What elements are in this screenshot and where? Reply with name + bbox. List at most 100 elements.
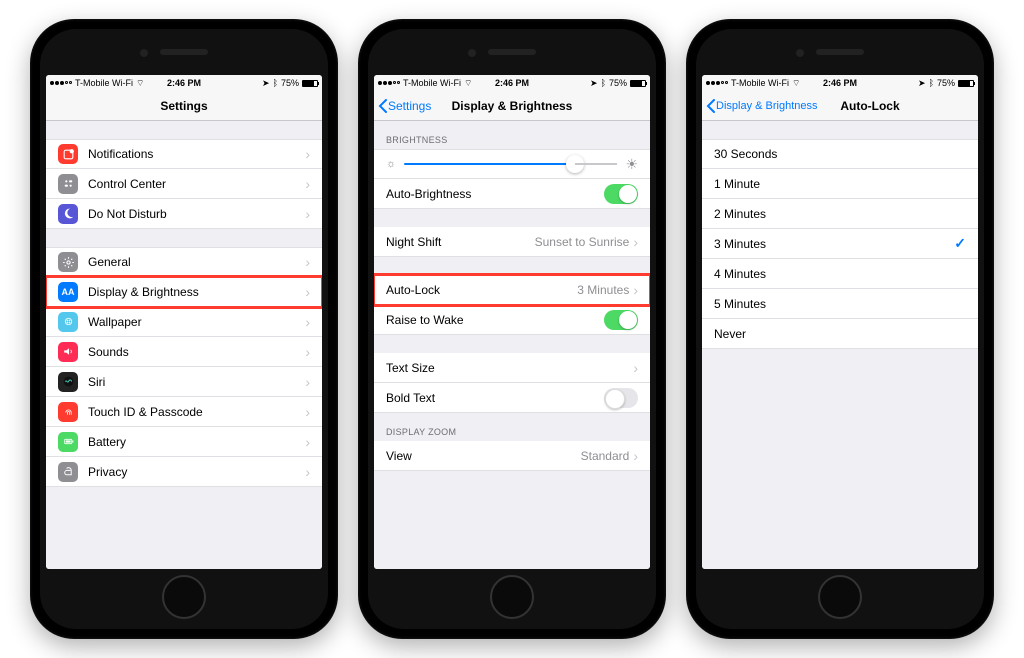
brightness-slider[interactable] (404, 163, 617, 165)
battery-pct: 75% (281, 78, 299, 88)
wallpaper-icon (58, 312, 78, 332)
settings-row-display[interactable]: AA Display & Brightness› (46, 277, 322, 307)
auto-brightness-row[interactable]: Auto-Brightness (374, 179, 650, 209)
settings-row-touch-id[interactable]: Touch ID & Passcode› (46, 397, 322, 427)
display-icon: AA (58, 282, 78, 302)
phone-settings: T-Mobile Wi-Fi ⌔ 2:46 PM ➤ ᛒ 75% Setting… (30, 19, 338, 639)
chevron-right-icon: › (305, 404, 310, 420)
general-icon (58, 252, 78, 272)
back-button[interactable]: Settings (378, 91, 431, 120)
chevron-right-icon: › (633, 360, 638, 376)
text-size-row[interactable]: Text Size › (374, 353, 650, 383)
row-label: Notifications (88, 147, 305, 161)
autolock-option[interactable]: Never (702, 319, 978, 349)
chevron-right-icon: › (305, 374, 310, 390)
autolock-option[interactable]: 2 Minutes (702, 199, 978, 229)
settings-row-sounds[interactable]: Sounds› (46, 337, 322, 367)
chevron-right-icon: › (633, 234, 638, 250)
location-icon: ➤ (262, 78, 270, 89)
autolock-option[interactable]: 4 Minutes (702, 259, 978, 289)
row-label: Battery (88, 435, 305, 449)
speaker (160, 49, 208, 55)
bold-text-row[interactable]: Bold Text (374, 383, 650, 413)
sun-small-icon: ☼ (386, 158, 396, 170)
carrier-label: T-Mobile Wi-Fi (75, 78, 133, 88)
battery-icon (58, 432, 78, 452)
option-label: 3 Minutes (714, 237, 954, 251)
chevron-right-icon: › (633, 282, 638, 298)
autolock-option[interactable]: 5 Minutes (702, 289, 978, 319)
signal-dots-icon (50, 81, 72, 85)
page-title: Auto-Lock (840, 99, 899, 113)
control-center-icon (58, 174, 78, 194)
section-header-brightness: BRIGHTNESS (374, 121, 650, 149)
option-label: 5 Minutes (714, 297, 966, 311)
brightness-slider-row[interactable]: ☼ ☀ (374, 149, 650, 179)
back-button[interactable]: Display & Brightness (706, 91, 818, 120)
autolock-option[interactable]: 30 Seconds (702, 139, 978, 169)
raise-to-wake-toggle[interactable] (604, 310, 638, 330)
chevron-right-icon: › (305, 146, 310, 162)
chevron-right-icon: › (305, 176, 310, 192)
section-header-zoom: DISPLAY ZOOM (374, 413, 650, 441)
settings-list[interactable]: Notifications›Control Center›Do Not Dist… (46, 121, 322, 569)
chevron-right-icon: › (305, 284, 310, 300)
autolock-option[interactable]: 1 Minute (702, 169, 978, 199)
checkmark-icon: ✓ (954, 235, 966, 252)
autolock-option[interactable]: 3 Minutes✓ (702, 229, 978, 259)
row-label: Touch ID & Passcode (88, 405, 305, 419)
notifications-icon (58, 144, 78, 164)
chevron-right-icon: › (305, 254, 310, 270)
option-label: 4 Minutes (714, 267, 966, 281)
row-label: Control Center (88, 177, 305, 191)
settings-row-notifications[interactable]: Notifications› (46, 139, 322, 169)
back-label: Display & Brightness (716, 100, 818, 112)
nav-bar: Settings (46, 91, 322, 121)
settings-row-siri[interactable]: Siri› (46, 367, 322, 397)
raise-to-wake-row[interactable]: Raise to Wake (374, 305, 650, 335)
chevron-left-icon (706, 99, 715, 113)
home-button[interactable] (162, 575, 206, 619)
row-label: Sounds (88, 345, 305, 359)
bluetooth-icon: ᛒ (273, 78, 278, 88)
chevron-right-icon: › (305, 314, 310, 330)
option-label: Never (714, 327, 966, 341)
siri-icon (58, 372, 78, 392)
chevron-right-icon: › (305, 464, 310, 480)
status-bar: T-Mobile Wi-Fi ⌔ 2:46 PM ➤ ᛒ 75% (46, 75, 322, 91)
row-label: Display & Brightness (88, 285, 305, 299)
settings-row-privacy[interactable]: Privacy› (46, 457, 322, 487)
home-button[interactable] (490, 575, 534, 619)
status-bar: T-Mobile Wi-Fi⌔ 2:46 PM ➤ᛒ75% (702, 75, 978, 91)
page-title: Display & Brightness (452, 99, 573, 113)
clock: 2:46 PM (167, 78, 201, 88)
view-row[interactable]: View Standard › (374, 441, 650, 471)
phone-display-brightness: T-Mobile Wi-Fi⌔ 2:46 PM ➤ᛒ75% Settings D… (358, 19, 666, 639)
wifi-icon: ⌔ (136, 78, 144, 89)
settings-row-wallpaper[interactable]: Wallpaper› (46, 307, 322, 337)
settings-row-battery[interactable]: Battery› (46, 427, 322, 457)
option-label: 1 Minute (714, 177, 966, 191)
auto-brightness-toggle[interactable] (604, 184, 638, 204)
sounds-icon (58, 342, 78, 362)
settings-row-control-center[interactable]: Control Center› (46, 169, 322, 199)
sun-large-icon: ☀ (625, 156, 638, 173)
privacy-icon (58, 462, 78, 482)
settings-row-general[interactable]: General› (46, 247, 322, 277)
night-shift-row[interactable]: Night Shift Sunset to Sunrise › (374, 227, 650, 257)
back-label: Settings (388, 99, 431, 113)
chevron-left-icon (378, 99, 387, 113)
front-camera (140, 49, 148, 57)
home-button[interactable] (818, 575, 862, 619)
settings-row-do-not-disturb[interactable]: Do Not Disturb› (46, 199, 322, 229)
status-bar: T-Mobile Wi-Fi⌔ 2:46 PM ➤ᛒ75% (374, 75, 650, 91)
page-title: Settings (160, 99, 207, 113)
chevron-right-icon: › (633, 448, 638, 464)
battery-icon (302, 80, 318, 87)
option-label: 2 Minutes (714, 207, 966, 221)
auto-lock-row[interactable]: Auto-Lock 3 Minutes › (374, 275, 650, 305)
touch-id-icon (58, 402, 78, 422)
phone-auto-lock: T-Mobile Wi-Fi⌔ 2:46 PM ➤ᛒ75% Display & … (686, 19, 994, 639)
bold-text-toggle[interactable] (604, 388, 638, 408)
do-not-disturb-icon (58, 204, 78, 224)
